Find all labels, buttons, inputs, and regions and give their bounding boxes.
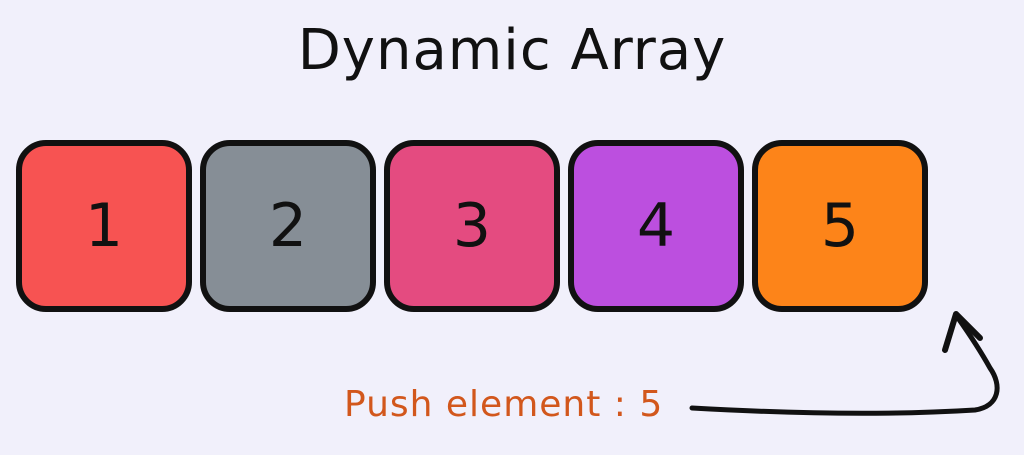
- push-arrow-icon: [689, 311, 1000, 416]
